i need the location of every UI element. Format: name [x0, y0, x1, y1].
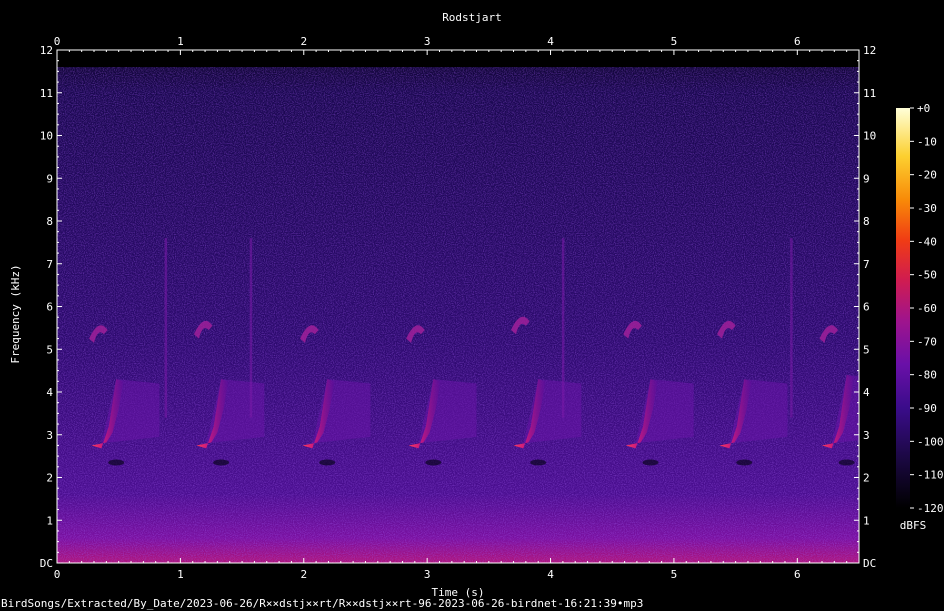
call-underline	[319, 459, 336, 466]
y-tick-label: 9	[863, 172, 870, 185]
y-tick-label: 5	[863, 343, 870, 356]
colorbar-tick-label: -50	[917, 269, 937, 282]
y-tick-label: 7	[46, 258, 53, 271]
x-tick-label: 4	[547, 35, 554, 48]
spectrogram-plot	[57, 50, 859, 563]
call-underline	[213, 459, 230, 466]
colorbar-tick-label: -100	[917, 435, 944, 448]
y-tick-label: 2	[46, 472, 53, 485]
colorbar-tick-label: -80	[917, 369, 937, 382]
x-tick-label: 2	[300, 568, 307, 581]
file-path: BirdSongs/Extracted/By_Date/2023-06-26/R…	[1, 597, 643, 610]
x-tick-label: 5	[671, 35, 678, 48]
call-underline	[642, 459, 659, 466]
colorbar-tick-label: -10	[917, 135, 937, 148]
x-tick-label: 1	[177, 568, 184, 581]
colorbar-tick-label: -40	[917, 235, 937, 248]
y-tick-label: 4	[46, 386, 53, 399]
x-tick-label: 3	[424, 35, 431, 48]
y-tick-label: 7	[863, 258, 870, 271]
y-tick-label: 6	[46, 301, 53, 314]
colorbar-tick-label: -70	[917, 335, 937, 348]
x-tick-label: 4	[547, 568, 554, 581]
x-tick-label: 0	[54, 35, 61, 48]
y-tick-label: DC	[863, 557, 876, 570]
y-tick-label: 10	[40, 130, 53, 143]
colorbar-unit: dBFS	[900, 519, 927, 532]
call-underline	[530, 459, 547, 466]
y-axis-label: Frequency (kHz)	[9, 264, 22, 363]
click-transient	[249, 238, 253, 418]
y-tick-label: 1	[46, 514, 53, 527]
y-tick-label: 12	[40, 44, 53, 57]
x-tick-label: 3	[424, 568, 431, 581]
call-underline	[425, 459, 442, 466]
chart-title: Rodstjart	[442, 11, 502, 24]
x-tick-label: 2	[300, 35, 307, 48]
colorbar-tick-label: -110	[917, 469, 944, 482]
x-tick-label: 1	[177, 35, 184, 48]
y-tick-label: 8	[863, 215, 870, 228]
y-tick-label: 10	[863, 130, 876, 143]
y-tick-label: 3	[863, 429, 870, 442]
colorbar-tick-label: -60	[917, 302, 937, 315]
click-transient	[164, 238, 168, 418]
y-tick-label: 3	[46, 429, 53, 442]
y-tick-label: 5	[46, 343, 53, 356]
x-tick-label: 6	[794, 35, 801, 48]
call-underline	[108, 459, 125, 466]
x-tick-label: 6	[794, 568, 801, 581]
colorbar-tick-label: +0	[917, 102, 930, 115]
spectrogram-chart: Rodstjart 0123456 0123456 DC123456789101…	[1, 11, 944, 610]
colorbar-ticks: +0 -10 -20 -30 -40 -50 -60 -70 -80 -90 -100 -110 -12…	[910, 102, 944, 515]
x-tick-label: 5	[671, 568, 678, 581]
colorbar-tick-label: -30	[917, 202, 937, 215]
colorbar-tick-label: -20	[917, 169, 937, 182]
y-tick-label: 2	[863, 472, 870, 485]
y-tick-label: 1	[863, 514, 870, 527]
colorbar-tick-label: -90	[917, 402, 937, 415]
y-tick-label: 11	[863, 87, 876, 100]
y-tick-label: 11	[40, 87, 53, 100]
noise-texture	[57, 67, 859, 563]
call-underline	[736, 459, 753, 466]
y-tick-label: 6	[863, 301, 870, 314]
click-transient	[561, 238, 565, 418]
colorbar	[896, 108, 910, 508]
y-tick-label: 12	[863, 44, 876, 57]
y-tick-label: 8	[46, 215, 53, 228]
y-tick-label: 9	[46, 172, 53, 185]
y-tick-label: 4	[863, 386, 870, 399]
call-underline	[838, 459, 855, 466]
colorbar-tick-label: -120	[917, 502, 944, 515]
y-tick-label: DC	[40, 557, 53, 570]
click-transient	[790, 238, 793, 418]
x-tick-label: 0	[54, 568, 61, 581]
